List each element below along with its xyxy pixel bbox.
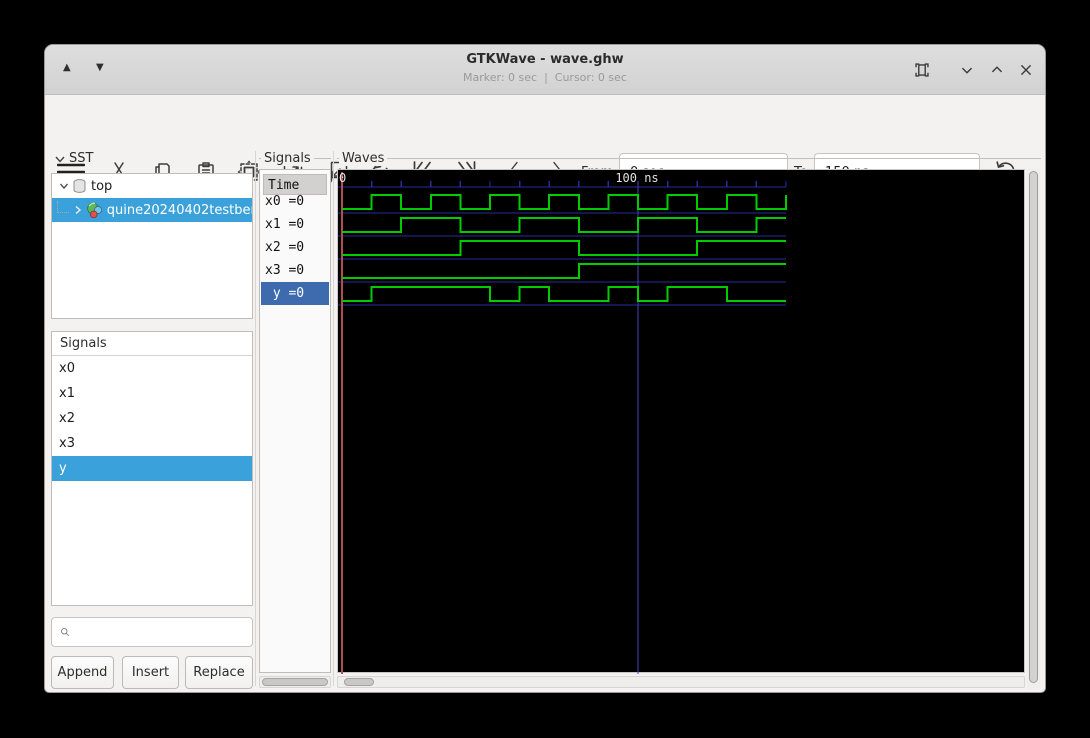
minimize-button[interactable] [954, 57, 980, 83]
desktop-background: ▲ ▼ GTKWave - wave.ghw Marker: 0 sec | C… [0, 0, 1090, 738]
window-title: GTKWave - wave.ghw [466, 52, 624, 67]
signal-list-item[interactable]: x2 [52, 406, 252, 431]
search-icon [61, 628, 70, 637]
titlebar[interactable]: ▲ ▼ GTKWave - wave.ghw Marker: 0 sec | C… [45, 45, 1045, 95]
close-button[interactable] [1013, 57, 1039, 83]
marker-cursor-status: Marker: 0 sec | Cursor: 0 sec [463, 71, 627, 84]
signal-list-item[interactable]: x0 [52, 356, 252, 381]
chevron-right-icon [75, 205, 81, 215]
signal-values-panel: Time x0 =0 x1 =0 x2 =0 x3 =0 y =0 [259, 169, 331, 673]
expander[interactable] [56, 180, 72, 192]
waves-hscrollbar[interactable] [337, 676, 1025, 688]
replace-button[interactable]: Replace [185, 656, 253, 689]
scrollbar-thumb[interactable] [344, 678, 374, 686]
maximize-button[interactable] [984, 57, 1010, 83]
signal-value-row[interactable]: x1 =0 [261, 213, 329, 236]
tree-item-label: quine20240402testbench [106, 202, 252, 218]
fullscreen-icon [915, 63, 929, 77]
tree-item-top[interactable]: top [52, 174, 252, 198]
values-hscrollbar[interactable] [259, 676, 331, 688]
wave-canvas[interactable]: 0 100 ns [337, 169, 1025, 674]
waves-vscrollbar[interactable] [1027, 169, 1040, 689]
chevron-down-icon [55, 156, 65, 163]
svg-text:100 ns: 100 ns [615, 171, 658, 185]
chevron-up-icon [991, 66, 1003, 73]
pane-splitter-right[interactable] [333, 151, 334, 686]
scrollbar-thumb[interactable] [1029, 171, 1038, 683]
sst-header-label: SST [69, 151, 94, 166]
waveform-plot: 0 100 ns [338, 171, 787, 674]
fullscreen-button[interactable] [909, 57, 935, 83]
insert-button[interactable]: Insert [122, 656, 179, 689]
signal-value-row[interactable]: y =0 [261, 282, 329, 305]
close-icon [1020, 64, 1032, 76]
chevron-down-icon [59, 183, 69, 190]
database-icon [73, 179, 86, 193]
signal-name-list: Signals x0 x1 x2 x3 y [51, 331, 253, 606]
signal-list-item[interactable]: y [52, 456, 252, 481]
chevron-down-icon [961, 67, 973, 74]
pane-splitter-left[interactable] [255, 151, 256, 686]
gtkwave-window: ▲ ▼ GTKWave - wave.ghw Marker: 0 sec | C… [44, 44, 1046, 693]
sst-tree: top quine20240402testbench [51, 173, 253, 319]
signal-list-rows: x0 x1 x2 x3 y [52, 356, 252, 481]
signal-list-header: Signals [52, 332, 252, 356]
sst-expander[interactable]: SST [53, 151, 93, 166]
append-button[interactable]: Append [51, 656, 114, 689]
tree-branch-line [57, 201, 69, 213]
search-input[interactable] [76, 620, 252, 644]
scrollbar-thumb[interactable] [262, 678, 328, 686]
toolbar: From: To: [45, 95, 1045, 191]
signals-frame-label: Signals [261, 151, 314, 166]
signal-value-row[interactable]: x3 =0 [261, 259, 329, 282]
signal-list-item[interactable]: x1 [52, 381, 252, 406]
module-icon [87, 202, 102, 218]
signal-value-row[interactable]: x2 =0 [261, 236, 329, 259]
waves-frame-label: Waves [339, 151, 388, 166]
tree-item-label: top [91, 178, 113, 194]
waves-frame-line [337, 158, 1041, 159]
expander[interactable] [70, 204, 86, 216]
svg-text:0: 0 [339, 171, 346, 185]
signal-list-item[interactable]: x3 [52, 431, 252, 456]
tree-item-testbench[interactable]: quine20240402testbench [52, 198, 252, 222]
signal-search[interactable] [51, 617, 253, 647]
signal-value-row[interactable]: x0 =0 [261, 190, 329, 213]
